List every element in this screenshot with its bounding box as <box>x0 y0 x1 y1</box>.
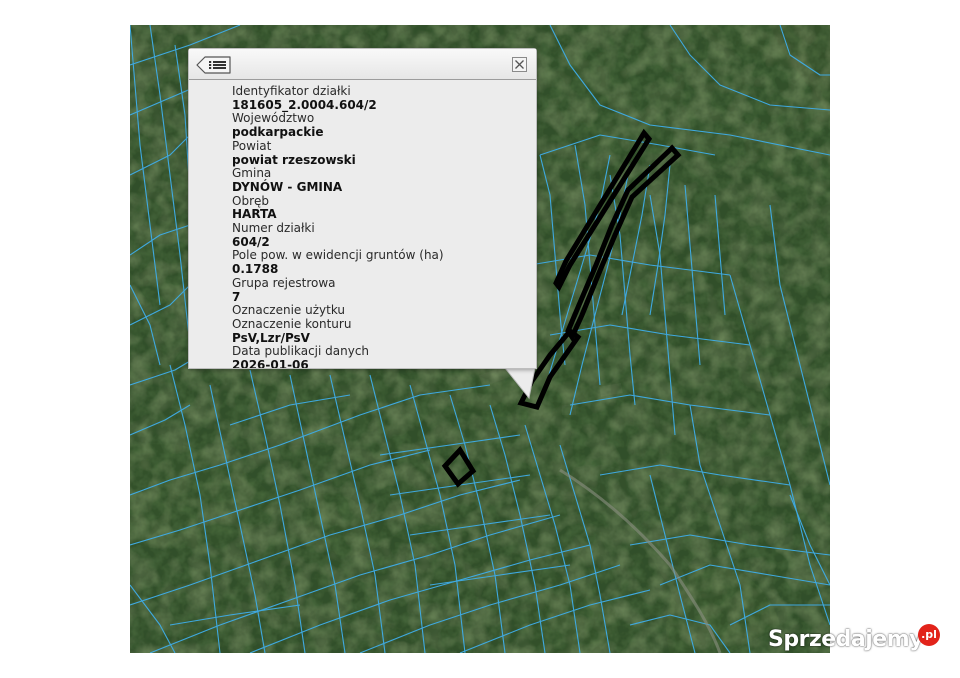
field-label-commune: Gmina <box>232 166 272 181</box>
watermark-badge: .pl <box>918 624 940 646</box>
field-label-parcel-id: Identyfikator działki <box>232 84 351 98</box>
field-label-publication-date: Data publikacji danych <box>232 344 370 359</box>
field-label-register-group: Grupa rejestrowa <box>232 275 336 290</box>
field-label-voivodeship: Województwo <box>232 111 315 126</box>
field-value-contour: PsV,Lzr/PsV <box>232 330 310 345</box>
field-value-publication-date: 2026-01-06 <box>232 358 309 368</box>
field-value-precinct: HARTA <box>232 207 277 222</box>
field-value-voivodeship: podkarpackie <box>232 125 324 140</box>
field-value-parcel-id: 181605_2.0004.604/2 <box>232 97 377 112</box>
field-label-contour: Oznaczenie konturu <box>232 316 352 331</box>
field-value-area: 0.1788 <box>232 262 279 277</box>
watermark-text: Sprzedajemy <box>768 627 924 652</box>
list-back-icon[interactable] <box>196 56 232 74</box>
popup-header <box>189 49 536 80</box>
field-label-county: Powiat <box>232 138 272 153</box>
parcel-attributes: Identyfikator działki 181605_2.0004.604/… <box>189 80 536 368</box>
popup-pointer <box>505 368 536 400</box>
watermark-logo: Sprzedajemy .pl <box>768 618 948 662</box>
field-value-parcel-number: 604/2 <box>232 234 270 249</box>
field-value-commune: DYNÓW - GMINA <box>232 179 343 194</box>
field-value-register-group: 7 <box>232 289 241 304</box>
field-label-precinct: Obręb <box>232 193 269 208</box>
close-icon[interactable] <box>512 57 527 72</box>
field-label-area: Pole pow. w ewidencji gruntów (ha) <box>232 248 444 263</box>
parcel-info-popup: Identyfikator działki 181605_2.0004.604/… <box>188 48 537 369</box>
field-label-land-use: Oznaczenie użytku <box>232 303 346 318</box>
field-value-county: powiat rzeszowski <box>232 152 356 167</box>
field-label-parcel-number: Numer działki <box>232 221 315 236</box>
